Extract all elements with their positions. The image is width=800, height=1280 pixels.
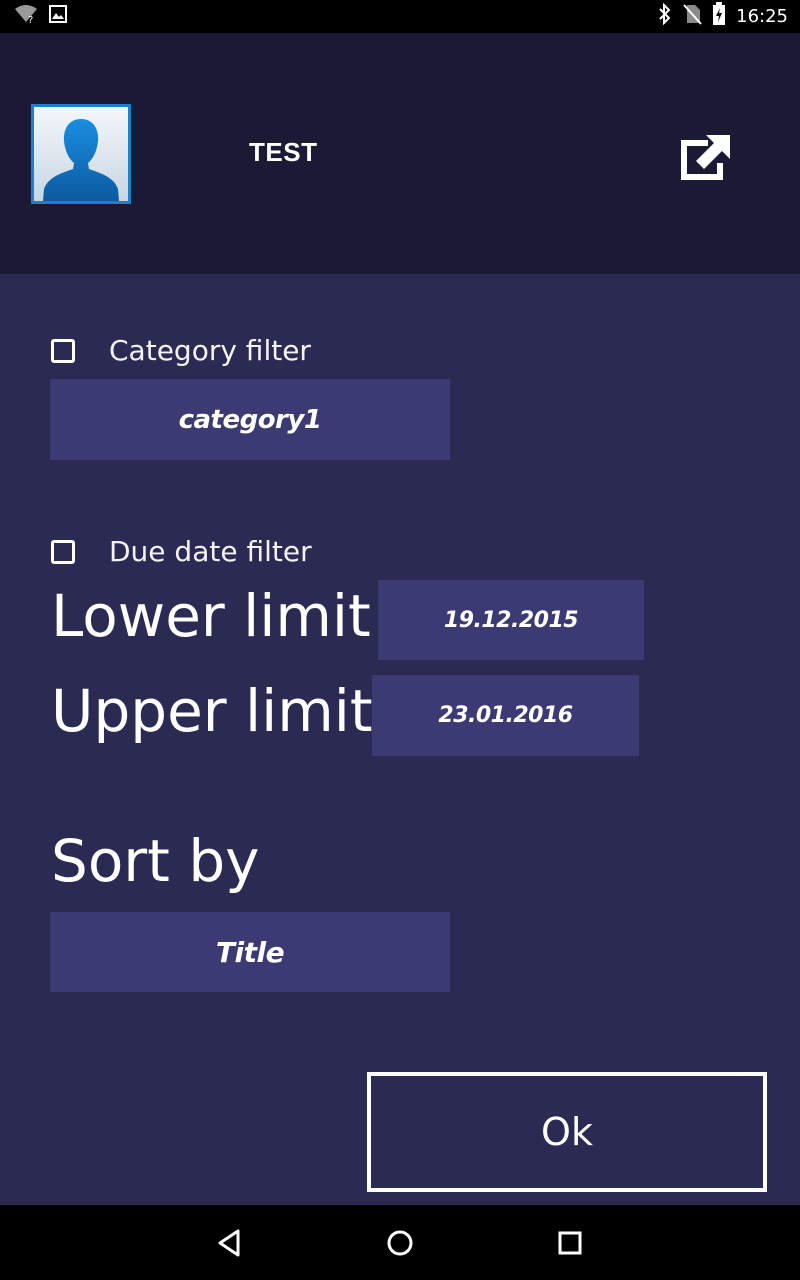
upper-limit-label: Upper limit	[51, 677, 373, 745]
category-picker-button[interactable]: category1	[50, 379, 450, 460]
category-picker-value: category1	[178, 404, 322, 435]
lower-limit-value: 19.12.2015	[443, 607, 579, 633]
due-date-filter-label: Due date filter	[109, 535, 312, 568]
image-notification-icon	[48, 4, 68, 29]
share-external-icon[interactable]	[680, 131, 734, 181]
sort-by-value: Title	[215, 935, 285, 969]
home-icon[interactable]	[382, 1225, 418, 1261]
lower-limit-date-button[interactable]: 19.12.2015	[378, 580, 644, 660]
category-filter-checkbox[interactable]	[51, 338, 75, 363]
upper-limit-date-button[interactable]: 23.01.2016	[372, 675, 639, 756]
status-bar: ? 16:25	[0, 0, 800, 33]
wifi-unknown-icon: ?	[14, 4, 38, 29]
sort-by-label: Sort by	[51, 827, 260, 895]
category-filter-row[interactable]: Category filter	[51, 334, 311, 367]
page-title: TEST	[249, 137, 318, 167]
due-date-filter-row[interactable]: Due date filter	[51, 535, 312, 568]
ok-button-label: Ok	[541, 1110, 593, 1154]
svg-text:?: ?	[28, 15, 33, 24]
category-filter-label: Category filter	[109, 334, 311, 367]
lower-limit-label: Lower limit	[51, 582, 371, 650]
recents-icon[interactable]	[552, 1225, 588, 1261]
status-time: 16:25	[736, 6, 788, 27]
back-icon[interactable]	[212, 1225, 248, 1261]
battery-charging-icon	[712, 2, 726, 31]
ok-button[interactable]: Ok	[367, 1072, 767, 1192]
bluetooth-icon	[658, 2, 672, 30]
user-avatar-icon[interactable]	[31, 104, 131, 204]
sort-by-picker-button[interactable]: Title	[50, 912, 450, 992]
system-nav-bar	[0, 1205, 800, 1280]
upper-limit-value: 23.01.2016	[438, 703, 573, 728]
app-header: TEST	[0, 33, 800, 274]
no-sim-icon	[682, 3, 702, 30]
due-date-filter-checkbox[interactable]	[51, 539, 75, 564]
